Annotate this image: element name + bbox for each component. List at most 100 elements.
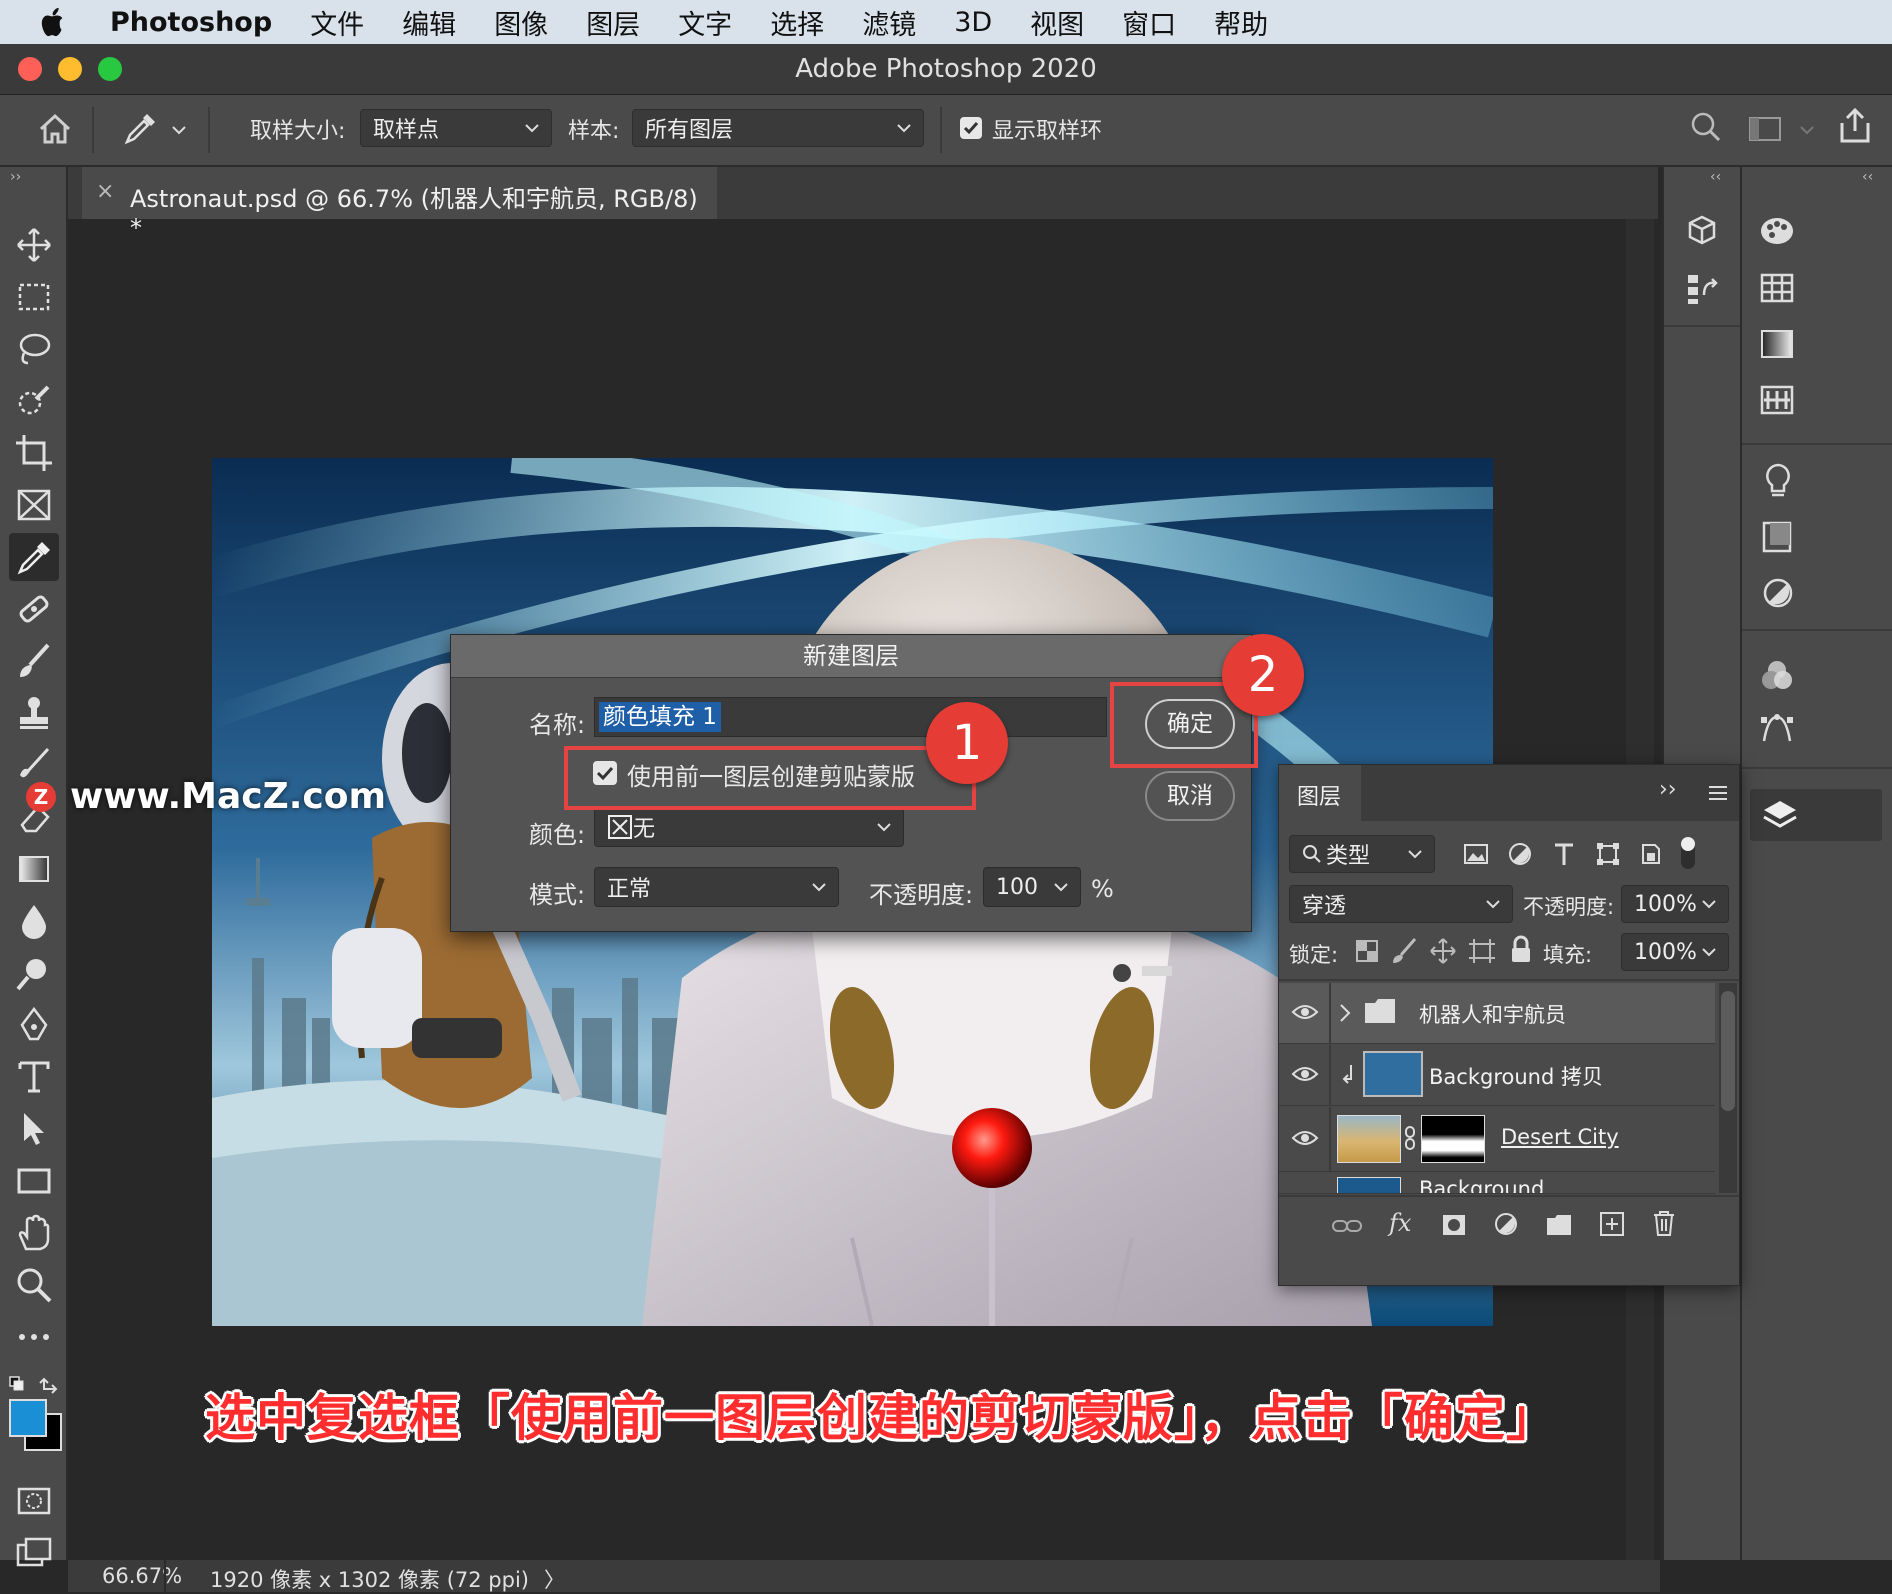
foreground-color-swatch[interactable] (9, 1399, 47, 1437)
swatches-icon[interactable] (1758, 271, 1796, 305)
fx-icon[interactable]: fx (1389, 1209, 1411, 1237)
layer-row[interactable]: Background 拷贝 (1279, 1045, 1715, 1106)
visibility-eye-icon[interactable] (1291, 1065, 1319, 1083)
lasso-tool-icon[interactable] (14, 329, 54, 369)
menu-type[interactable]: 文字 (678, 3, 732, 42)
apple-icon[interactable] (40, 7, 68, 37)
trash-icon[interactable] (1651, 1209, 1677, 1237)
add-mask-icon[interactable] (1441, 1213, 1467, 1237)
more-tools-icon[interactable] (14, 1317, 54, 1357)
filter-pixel-icon[interactable] (1463, 843, 1489, 865)
collapse-arrows-icon[interactable]: ›› (1659, 777, 1677, 802)
quick-select-tool-icon[interactable] (14, 381, 54, 421)
menu-view[interactable]: 视图 (1030, 3, 1084, 42)
chevron-right-icon[interactable] (1339, 1003, 1351, 1023)
chevron-down-icon[interactable] (1800, 125, 1814, 135)
workspace-icon[interactable] (1748, 115, 1782, 143)
collapse-arrows-icon[interactable]: ‹‹ (1862, 169, 1873, 185)
3d-cube-icon[interactable] (1684, 213, 1720, 249)
rectangle-tool-icon[interactable] (14, 1161, 54, 1201)
paths-icon[interactable] (1758, 711, 1796, 749)
layer-filter-select[interactable]: 类型 (1289, 835, 1435, 873)
new-layer-icon[interactable] (1599, 1211, 1625, 1237)
menu-window[interactable]: 窗口 (1122, 3, 1176, 42)
close-tab-icon[interactable]: × (96, 179, 114, 204)
chevron-down-icon[interactable] (172, 125, 186, 135)
color-palette-icon[interactable] (1758, 213, 1796, 249)
blur-tool-icon[interactable] (14, 901, 54, 941)
new-adjustment-icon[interactable] (1493, 1211, 1519, 1237)
layer-mask-thumbnail[interactable] (1421, 1115, 1485, 1163)
collapse-arrows-icon[interactable]: ‹‹ (1710, 169, 1721, 185)
filter-smart-object-icon[interactable] (1637, 841, 1663, 867)
channels-icon[interactable] (1758, 657, 1796, 695)
swap-colors-icon[interactable] (8, 1375, 60, 1397)
adjustments-icon[interactable] (1760, 575, 1796, 611)
menu-help[interactable]: 帮助 (1214, 3, 1268, 42)
pen-tool-icon[interactable] (14, 1005, 54, 1045)
search-icon[interactable] (1690, 111, 1722, 145)
show-ring-checkbox[interactable] (960, 117, 982, 139)
menu-image[interactable]: 图像 (494, 3, 548, 42)
visibility-eye-icon[interactable] (1291, 1129, 1319, 1147)
gradient-tool-icon[interactable] (14, 849, 54, 889)
app-menu[interactable]: Photoshop (110, 7, 272, 38)
layer-row[interactable]: Background (1279, 1173, 1715, 1194)
layers-scrollbar[interactable] (1719, 983, 1737, 1193)
marquee-tool-icon[interactable] (14, 277, 54, 317)
quick-mask-icon[interactable] (14, 1481, 54, 1521)
layer-row[interactable]: 机器人和宇航员 (1279, 983, 1715, 1044)
screen-mode-icon[interactable] (14, 1533, 54, 1573)
home-icon[interactable] (38, 113, 72, 145)
lock-pixels-icon[interactable] (1391, 937, 1417, 965)
move-tool-icon[interactable] (14, 225, 54, 265)
sample-select[interactable]: 所有图层 (632, 109, 924, 147)
mode-select[interactable]: 正常 (594, 867, 839, 907)
lock-transparent-icon[interactable] (1355, 939, 1379, 963)
document-tab[interactable]: × Astronaut.psd @ 66.7% (机器人和宇航员, RGB/8)… (82, 167, 717, 242)
visibility-eye-icon[interactable] (1291, 1003, 1319, 1021)
frame-tool-icon[interactable] (14, 485, 54, 525)
history-brush-tool-icon[interactable] (14, 745, 54, 785)
fill-input[interactable]: 100% (1621, 933, 1729, 971)
status-expand-icon[interactable]: 〉 (544, 1564, 565, 1594)
link-icon[interactable] (1403, 1125, 1417, 1151)
panel-menu-icon[interactable] (1707, 783, 1729, 803)
path-selection-tool-icon[interactable] (14, 1109, 54, 1149)
blend-mode-select[interactable]: 穿透 (1289, 885, 1513, 923)
menu-file[interactable]: 文件 (310, 3, 364, 42)
menu-3d[interactable]: 3D (954, 7, 992, 38)
patterns-icon[interactable] (1758, 383, 1796, 417)
libraries-icon[interactable] (1760, 519, 1796, 555)
layers-tab[interactable]: 图层 (1279, 765, 1361, 821)
clone-stamp-tool-icon[interactable] (14, 693, 54, 733)
menu-filter[interactable]: 滤镜 (862, 3, 916, 42)
lock-artboard-icon[interactable] (1467, 937, 1497, 965)
zoom-level[interactable]: 66.67% (102, 1564, 182, 1588)
type-tool-icon[interactable] (14, 1057, 54, 1097)
dodge-tool-icon[interactable] (14, 953, 54, 993)
filter-type-icon[interactable] (1551, 841, 1577, 867)
zoom-tool-icon[interactable] (14, 1265, 54, 1305)
lock-all-icon[interactable] (1509, 935, 1533, 965)
filter-toggle[interactable] (1681, 837, 1695, 869)
name-input[interactable]: 颜色填充 1 (594, 697, 1107, 737)
gradients-icon[interactable] (1758, 327, 1796, 361)
opacity-input[interactable]: 100 (983, 867, 1081, 907)
layers-panel-button[interactable] (1750, 789, 1882, 841)
menu-select[interactable]: 选择 (770, 3, 824, 42)
cancel-button[interactable]: 取消 (1145, 771, 1235, 821)
menu-edit[interactable]: 编辑 (402, 3, 456, 42)
eyedropper-tool-icon[interactable] (122, 111, 158, 147)
filter-adjustment-icon[interactable] (1507, 841, 1533, 867)
lightbulb-icon[interactable] (1760, 461, 1796, 501)
eyedropper-tool-button[interactable] (9, 533, 59, 581)
brush-tool-icon[interactable] (14, 641, 54, 681)
share-icon[interactable] (1838, 107, 1872, 145)
new-group-icon[interactable] (1545, 1213, 1573, 1237)
color-select[interactable]: 无 (594, 807, 904, 847)
crop-tool-icon[interactable] (14, 433, 54, 473)
layer-row[interactable]: Desert City (1279, 1107, 1715, 1172)
lock-position-icon[interactable] (1429, 937, 1457, 965)
collapse-arrows-icon[interactable]: ›› (10, 169, 21, 185)
